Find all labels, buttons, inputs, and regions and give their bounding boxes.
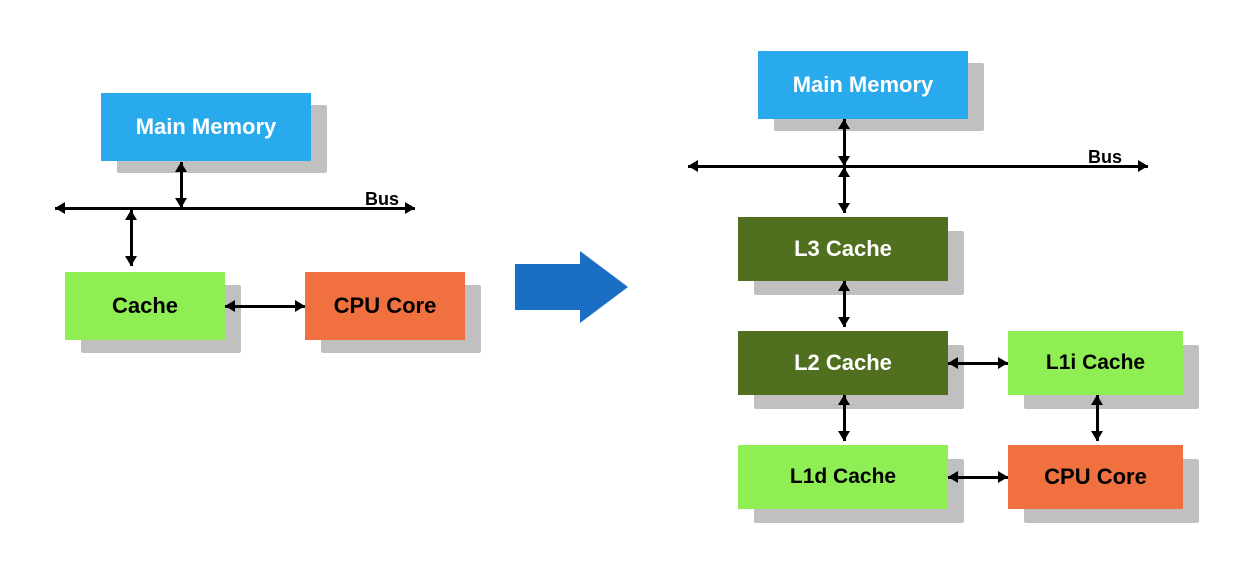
l2-cache-label: L2 Cache — [794, 350, 892, 376]
bus-label-left: Bus — [365, 189, 399, 210]
l1d-cache-box: L1d Cache — [738, 445, 948, 509]
left-diagram: Main Memory Bus Cache CPU Core — [35, 77, 455, 497]
v-arrow-l3-l2 — [843, 281, 846, 327]
v-arrow-bus-cache-left — [130, 210, 133, 266]
v-arrow-memory-bus-right — [843, 119, 846, 166]
v-arrow-l2-l1d — [843, 395, 846, 441]
right-diagram: Main Memory Bus L3 Cache L2 Cache L1i Ca… — [688, 47, 1208, 527]
transition-arrow — [515, 251, 628, 323]
h-arrow-l2-l1i — [948, 362, 1008, 365]
cache-label-left: Cache — [112, 293, 178, 319]
main-memory-label-right: Main Memory — [793, 72, 934, 98]
l3-cache-label: L3 Cache — [794, 236, 892, 262]
bus-line-left — [55, 207, 415, 210]
cpu-core-label-right: CPU Core — [1044, 464, 1147, 490]
l1i-cache-box: L1i Cache — [1008, 331, 1183, 395]
l1d-cache-label: L1d Cache — [790, 465, 896, 489]
v-arrow-bus-l3 — [843, 167, 846, 213]
l1i-cache-label: L1i Cache — [1046, 351, 1145, 375]
h-arrow-cache-cpu-left — [225, 305, 305, 308]
v-arrow-memory-bus-left — [180, 162, 183, 208]
v-arrow-l1i-cpu — [1096, 395, 1099, 441]
cpu-core-box-left: CPU Core — [305, 272, 465, 340]
cpu-core-box-right: CPU Core — [1008, 445, 1183, 509]
main-memory-box-right: Main Memory — [758, 51, 968, 119]
arrow-head — [580, 251, 628, 323]
l2-cache-box: L2 Cache — [738, 331, 948, 395]
cpu-core-label-left: CPU Core — [334, 293, 437, 319]
main-container: Main Memory Bus Cache CPU Core — [0, 0, 1243, 573]
bus-label-right: Bus — [1088, 147, 1122, 168]
l3-cache-box: L3 Cache — [738, 217, 948, 281]
main-memory-box-left: Main Memory — [101, 93, 311, 161]
arrow-body — [515, 264, 580, 310]
h-arrow-l1d-cpu — [948, 476, 1008, 479]
main-memory-label-left: Main Memory — [136, 114, 277, 140]
cache-box-left: Cache — [65, 272, 225, 340]
bus-line-right — [688, 165, 1148, 168]
